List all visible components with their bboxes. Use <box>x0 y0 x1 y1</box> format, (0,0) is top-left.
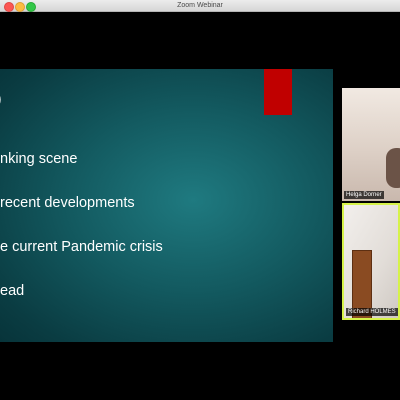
participant-name-label: Richard HOLMES <box>346 308 398 316</box>
participant-video-richard[interactable]: Richard HOLMES <box>342 203 400 320</box>
window-title: Zoom Webinar <box>177 2 223 9</box>
slide-bullet: e current Pandemic crisis <box>0 239 163 255</box>
participant-video-helga[interactable]: Helga Dorner <box>342 88 400 201</box>
participant-silhouette <box>386 148 400 188</box>
slide-accent-tab <box>264 69 292 115</box>
participant-name-label: Helga Dorner <box>344 191 384 199</box>
window-titlebar: Zoom Webinar <box>0 0 400 12</box>
slide-heading-fragment: ) <box>0 89 2 109</box>
slide-bullet: nking scene <box>0 151 78 167</box>
slide-bullet: ead <box>0 283 25 299</box>
presentation-slide: ) nking scene recent developments e curr… <box>0 69 333 342</box>
slide-bullet: recent developments <box>0 195 135 211</box>
